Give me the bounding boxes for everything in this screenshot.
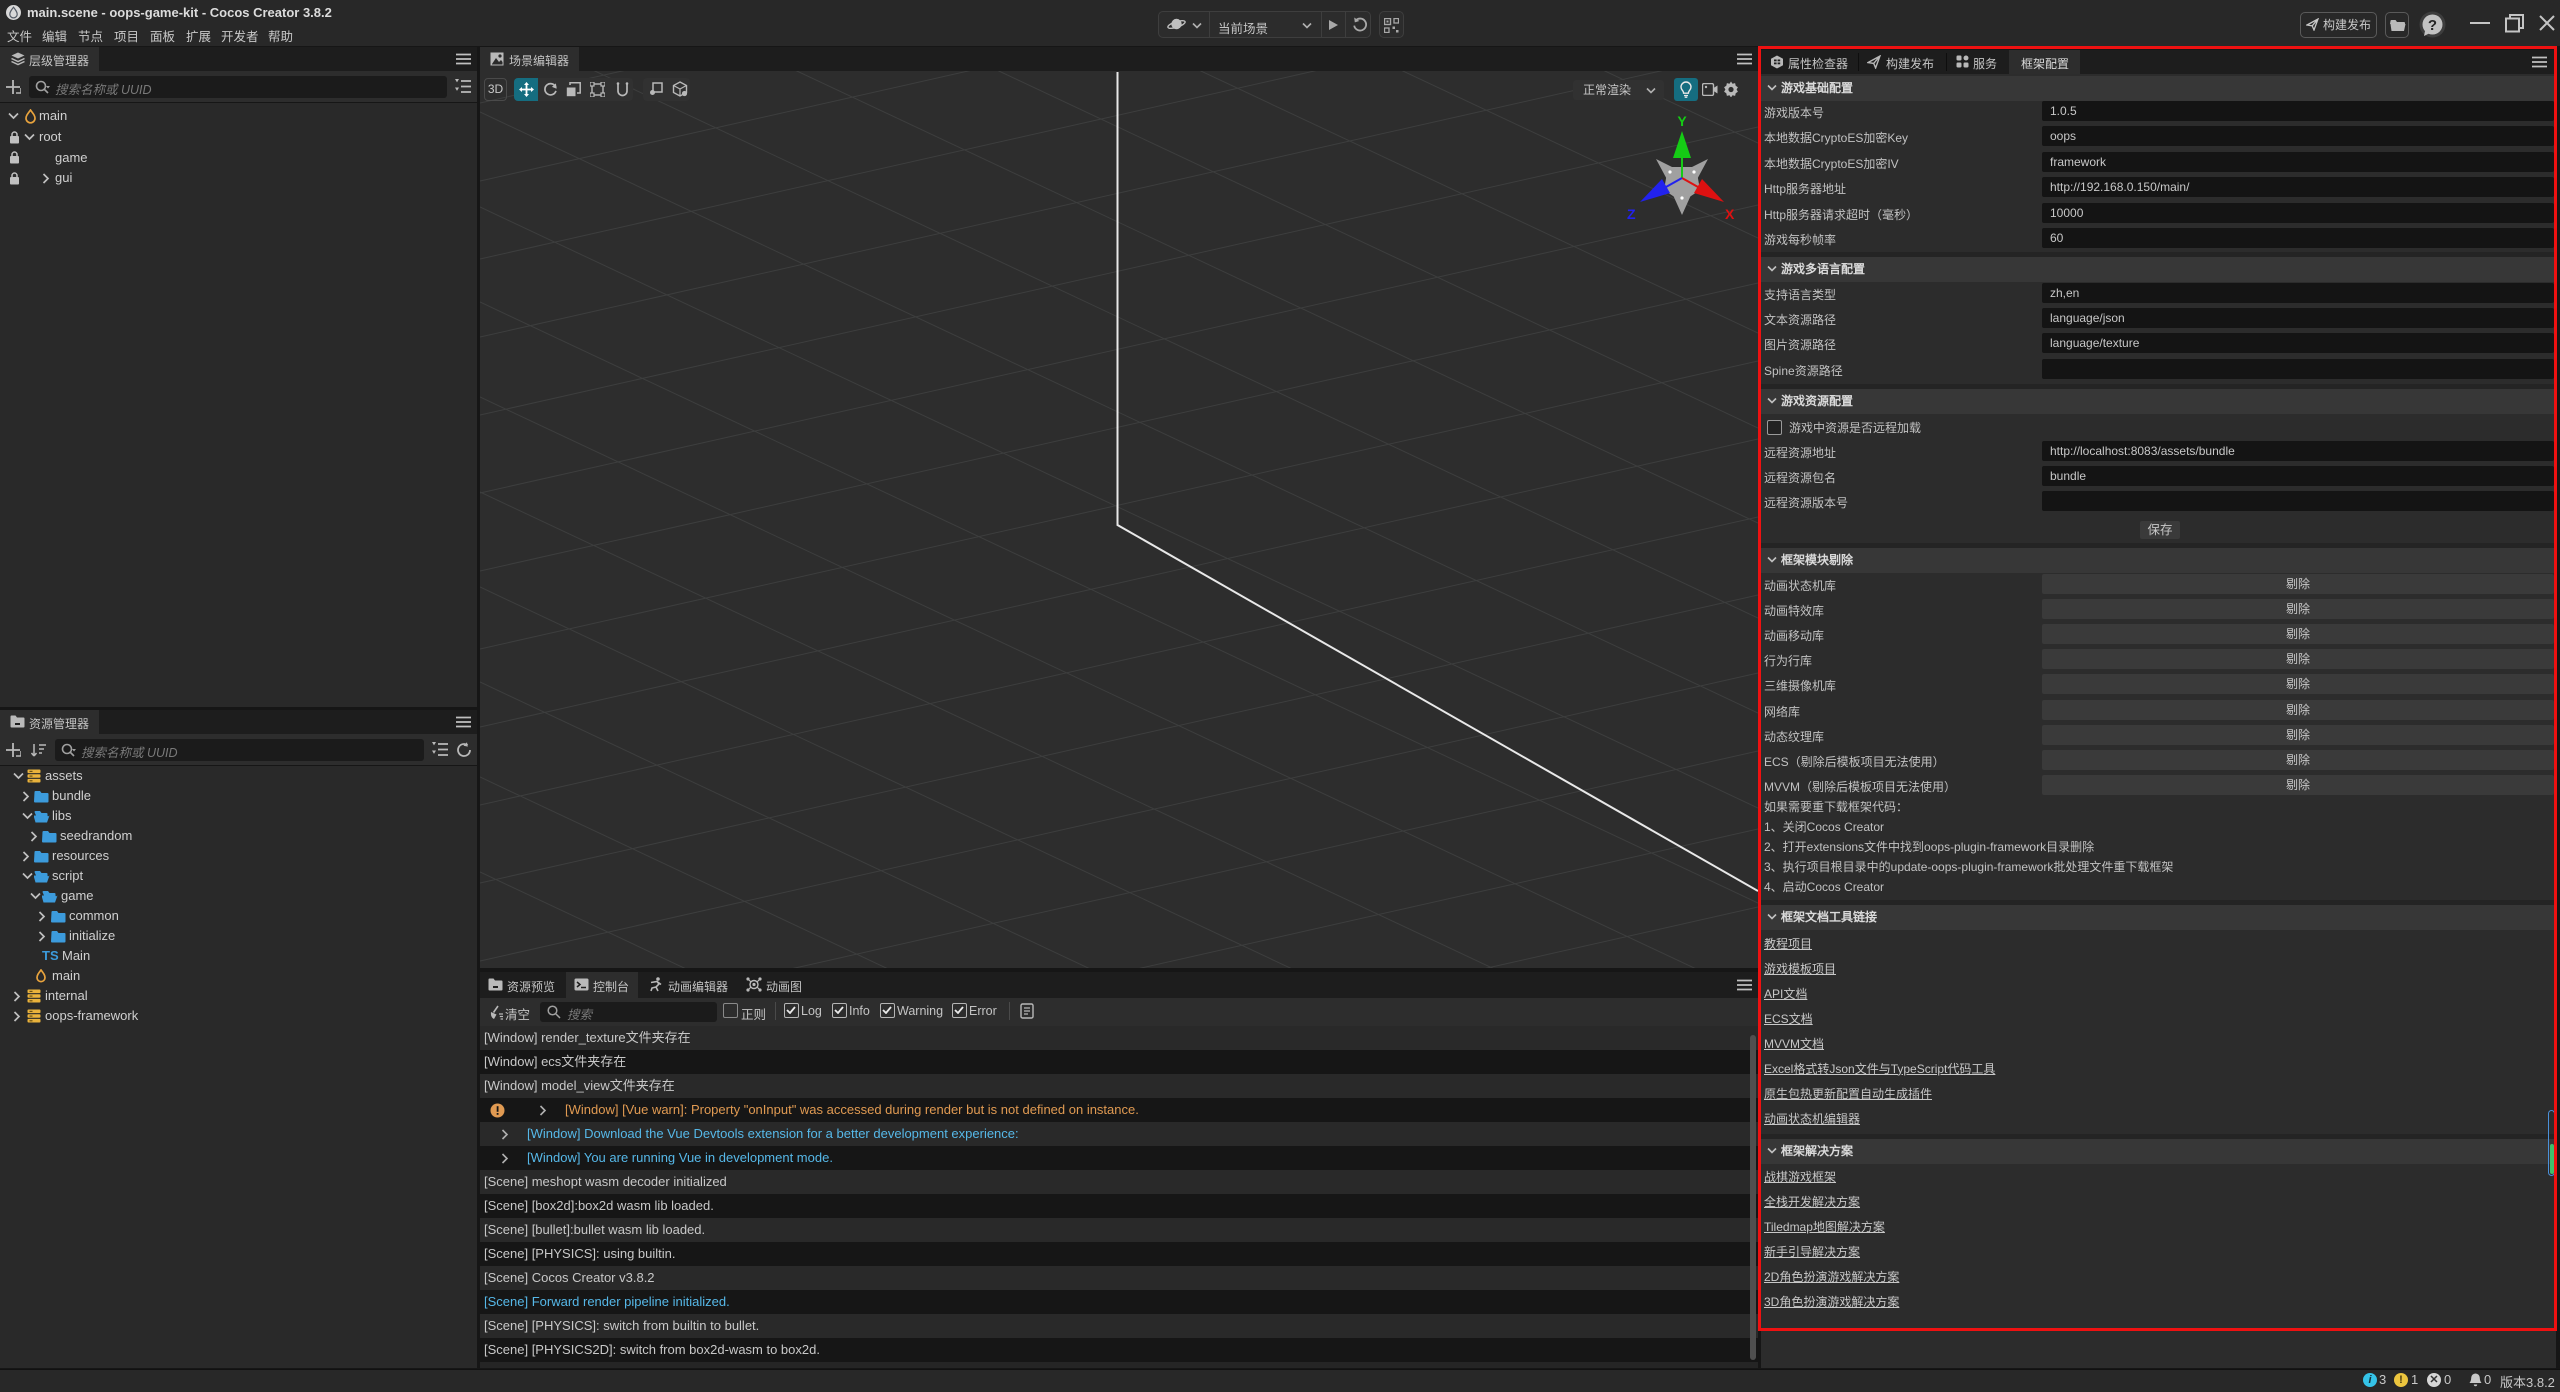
svg-text:Z: Z [1627,206,1636,222]
svg-text:?: ? [2428,17,2437,34]
svg-text:Y: Y [1677,113,1687,129]
svg-text:X: X [1725,206,1735,222]
